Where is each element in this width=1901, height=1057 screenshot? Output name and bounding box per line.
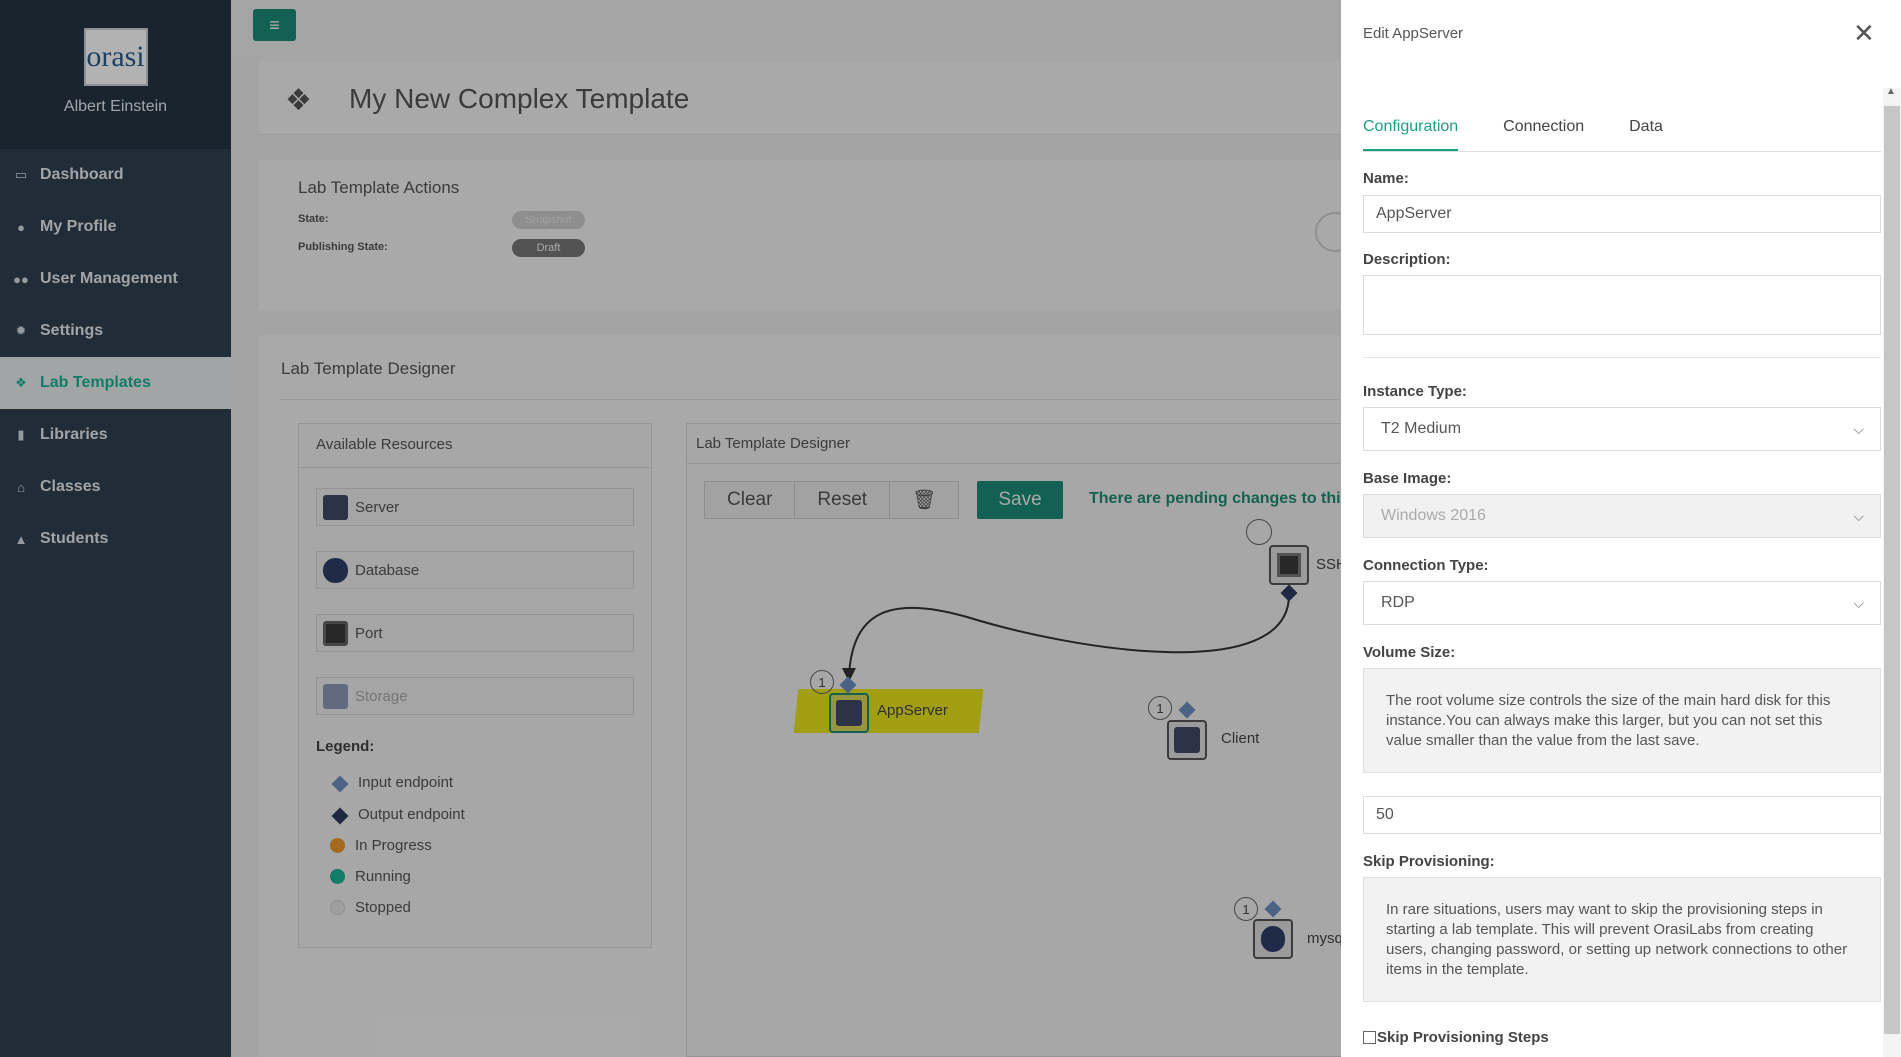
instance-type-select[interactable]: T2 Medium ⌵ xyxy=(1363,407,1881,451)
chevron-down-icon: ⌵ xyxy=(1853,594,1864,611)
scroll-up-arrow-icon[interactable]: ▲ xyxy=(1886,86,1896,97)
skip-provisioning-row: Skip Provisioning Steps xyxy=(1363,1029,1549,1046)
connection-type-value: RDP xyxy=(1381,594,1415,611)
volume-size-info: The root volume size controls the size o… xyxy=(1363,668,1881,773)
tab-data[interactable]: Data xyxy=(1629,118,1663,151)
edit-tabs: Configuration Connection Data xyxy=(1363,118,1881,152)
close-icon: ✕ xyxy=(1853,18,1875,48)
instance-type-label: Instance Type: xyxy=(1363,383,1467,400)
skip-provisioning-checkbox-label: Skip Provisioning Steps xyxy=(1377,1029,1549,1046)
edit-appserver-panel: Edit AppServer ✕ Configuration Connectio… xyxy=(1341,0,1901,1057)
name-input[interactable]: AppServer xyxy=(1363,195,1881,233)
skip-provisioning-info: In rare situations, users may want to sk… xyxy=(1363,877,1881,1002)
close-button[interactable]: ✕ xyxy=(1853,18,1875,49)
connection-type-label: Connection Type: xyxy=(1363,557,1489,574)
base-image-select[interactable]: Windows 2016 ⌵ xyxy=(1363,494,1881,538)
chevron-down-icon: ⌵ xyxy=(1853,507,1864,524)
description-textarea[interactable] xyxy=(1363,275,1881,335)
skip-provisioning-checkbox[interactable] xyxy=(1363,1031,1376,1044)
modal-backdrop[interactable] xyxy=(0,0,1341,1057)
base-image-label: Base Image: xyxy=(1363,470,1452,487)
tab-connection[interactable]: Connection xyxy=(1503,118,1584,151)
name-label: Name: xyxy=(1363,170,1409,187)
edit-panel-title: Edit AppServer xyxy=(1363,25,1464,42)
skip-provisioning-label: Skip Provisioning: xyxy=(1363,853,1495,870)
chevron-down-icon: ⌵ xyxy=(1853,420,1864,437)
instance-type-value: T2 Medium xyxy=(1381,420,1462,437)
scrollbar-thumb[interactable] xyxy=(1884,106,1900,1034)
form-divider xyxy=(1363,357,1881,358)
tab-configuration[interactable]: Configuration xyxy=(1363,118,1459,151)
connection-type-select[interactable]: RDP ⌵ xyxy=(1363,581,1881,625)
volume-size-input[interactable]: 50 xyxy=(1363,796,1881,834)
volume-size-label: Volume Size: xyxy=(1363,644,1456,661)
description-label: Description: xyxy=(1363,251,1451,268)
base-image-value: Windows 2016 xyxy=(1381,507,1486,524)
